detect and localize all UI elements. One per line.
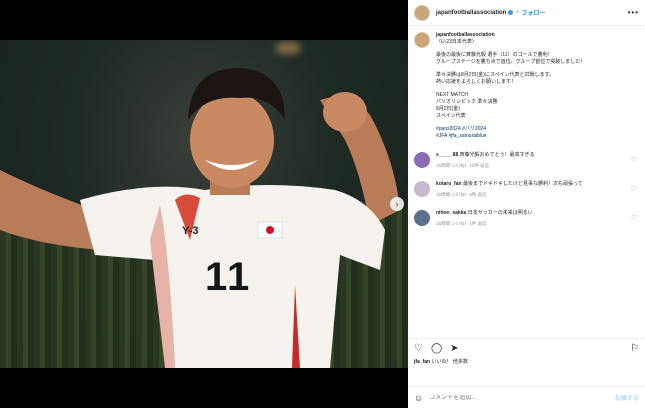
caption: japanfootballassociation 〈U-23日本代表〉 最後の最… [414, 32, 639, 140]
likes-summary: jfa_fan いいね！ 他多数 [414, 359, 639, 366]
heart-icon[interactable]: ♡ [414, 343, 423, 354]
player-figure [0, 68, 400, 368]
caption-avatar[interactable] [414, 32, 430, 48]
comment-like-icon[interactable]: ♡ [631, 156, 637, 164]
comment-avatar[interactable] [414, 210, 430, 226]
comment-item: kotaro_fan 最後までドキドキしたけど見事な勝利！次も頑張って 15時間… [414, 181, 639, 198]
comment-username[interactable]: nihon_sakka [436, 210, 466, 216]
comment-meta: 15時間 いいね！1件 返信 [436, 221, 487, 226]
sponsor-mark: Y-3 [182, 225, 199, 237]
post-username[interactable]: japanfootballassociation [436, 10, 506, 16]
comment-text: 斉藤光毅おめでとう！最高すぎる [459, 152, 535, 158]
comment-meta: 15時間 いいね！12件 返信 [436, 163, 490, 168]
follow-button[interactable]: フォロー [521, 8, 545, 17]
comment-item: s_____88 斉藤光毅おめでとう！最高すぎる 15時間 いいね！12件 返信… [414, 152, 639, 169]
comment-item: nihon_sakka 日本サッカーの未来は明るい 15時間 いいね！1件 返信… [414, 210, 639, 227]
caption-line: グループステージを勝ち点で首位、グループ首位で突破しました！ [436, 59, 586, 65]
caption-hashtag[interactable]: #paris2024 #パリ2024 [436, 126, 636, 133]
caption-username[interactable]: japanfootballassociation [436, 32, 636, 39]
post-side-panel: japanfootballassociation • フォロー ••• japa… [408, 0, 645, 408]
jersey-number: 11 [205, 255, 252, 299]
comment-avatar[interactable] [414, 152, 430, 168]
chevron-right-icon: › [395, 199, 399, 209]
caption-body: japanfootballassociation 〈U-23日本代表〉 最後の最… [436, 32, 636, 140]
emoji-icon[interactable]: ☺ [414, 393, 423, 403]
caption-line: NEXT MATCH [436, 92, 469, 98]
comment-like-icon[interactable]: ♡ [631, 214, 637, 222]
caption-line: スペイン代表 [436, 113, 466, 119]
share-icon[interactable]: ➤ [450, 343, 458, 354]
comment-like-icon[interactable]: ♡ [631, 185, 637, 193]
post-header: japanfootballassociation • フォロー ••• [408, 0, 645, 26]
comments-section[interactable]: japanfootballassociation 〈U-23日本代表〉 最後の最… [408, 28, 645, 338]
caption-hashtag[interactable]: #JFA #jfa_samuraiblue [436, 133, 636, 140]
next-image-button[interactable]: › [390, 197, 404, 211]
verified-badge-icon [508, 10, 514, 15]
avatar[interactable] [414, 4, 430, 21]
comment-input[interactable] [429, 394, 600, 401]
caption-line: 熱い応援をよろしくお願いします！ [436, 79, 517, 85]
media-viewer: 11 Y-3 › [0, 0, 408, 408]
comment-body: s_____88 斉藤光毅おめでとう！最高すぎる 15時間 いいね！12件 返信 [436, 152, 626, 169]
separator-dot: • [516, 9, 519, 16]
comment-username[interactable]: s_____88 [436, 152, 458, 158]
caption-line: 〈U-23日本代表〉 [436, 39, 477, 45]
caption-line: 8月2日(金) [436, 106, 460, 112]
caption-line: 準々決勝は8月2日(金)にスペイン代表と対戦します。 [436, 72, 555, 78]
add-comment-bar: ☺ 投稿する [408, 386, 645, 408]
comment-avatar[interactable] [414, 181, 430, 197]
caption-line: パリオリンピック 準々決勝 [436, 99, 498, 105]
post-comment-button[interactable]: 投稿する [615, 393, 639, 402]
comment-text: 最後までドキドキしたけど見事な勝利！次も頑張って [462, 181, 583, 187]
comment-body: nihon_sakka 日本サッカーの未来は明るい 15時間 いいね！1件 返信 [436, 210, 626, 227]
bookmark-icon[interactable]: ⚐ [630, 343, 639, 354]
comment-icon[interactable]: ◯ [431, 343, 442, 354]
comment-meta: 15時間 いいね！3件 返信 [436, 192, 487, 197]
likes-user[interactable]: jfa_fan [414, 359, 430, 365]
comment-body: kotaro_fan 最後までドキドキしたけど見事な勝利！次も頑張って 15時間… [436, 181, 626, 198]
more-options-icon[interactable]: ••• [628, 8, 639, 17]
post-photo: 11 Y-3 [0, 40, 408, 368]
comment-username[interactable]: kotaro_fan [436, 181, 462, 187]
likes-text[interactable]: いいね！ 他多数 [432, 359, 468, 365]
action-bar: ♡ ◯ ➤ ⚐ [408, 338, 645, 358]
caption-line: 最後の最後に斉藤光毅 選手（11）のゴールで勝利！ [436, 52, 553, 58]
comment-text: 日本サッカーの未来は明るい [467, 210, 533, 216]
